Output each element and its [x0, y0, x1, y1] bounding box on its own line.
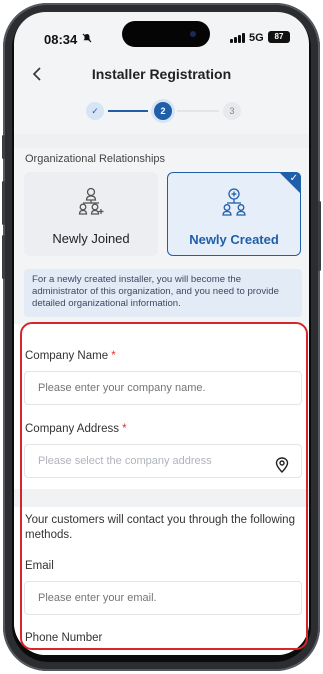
side-button	[318, 201, 321, 271]
section-divider	[14, 134, 309, 148]
side-button	[2, 181, 5, 225]
camera-dot	[190, 31, 196, 37]
signal-icon	[230, 33, 245, 43]
step-2-current: 2	[154, 102, 172, 120]
option-label: Newly Created	[189, 232, 279, 247]
relationship-section-label: Organizational Relationships	[25, 153, 166, 165]
annotation-highlight-box	[20, 322, 308, 650]
step-1-done: ✓	[86, 102, 104, 120]
option-label: Newly Joined	[52, 231, 130, 246]
status-time: 08:34	[44, 32, 78, 47]
page-title: Installer Registration	[91, 66, 232, 82]
bell-slash-icon	[82, 33, 92, 46]
side-button	[2, 135, 5, 159]
network-type: 5G	[249, 32, 264, 44]
side-button	[2, 235, 5, 279]
step-connector	[177, 110, 219, 112]
dynamic-island	[122, 21, 210, 47]
org-create-icon	[219, 187, 249, 222]
step-3-pending: 3	[223, 102, 241, 120]
check-icon: ✓	[289, 173, 298, 184]
info-notice: For a newly created installer, you will …	[24, 269, 302, 317]
option-newly-joined[interactable]: Newly Joined	[24, 172, 158, 256]
battery-icon: 87	[268, 31, 290, 43]
step-connector	[108, 110, 148, 112]
option-newly-created[interactable]: Newly Created ✓	[167, 172, 301, 256]
org-join-icon	[76, 186, 106, 221]
